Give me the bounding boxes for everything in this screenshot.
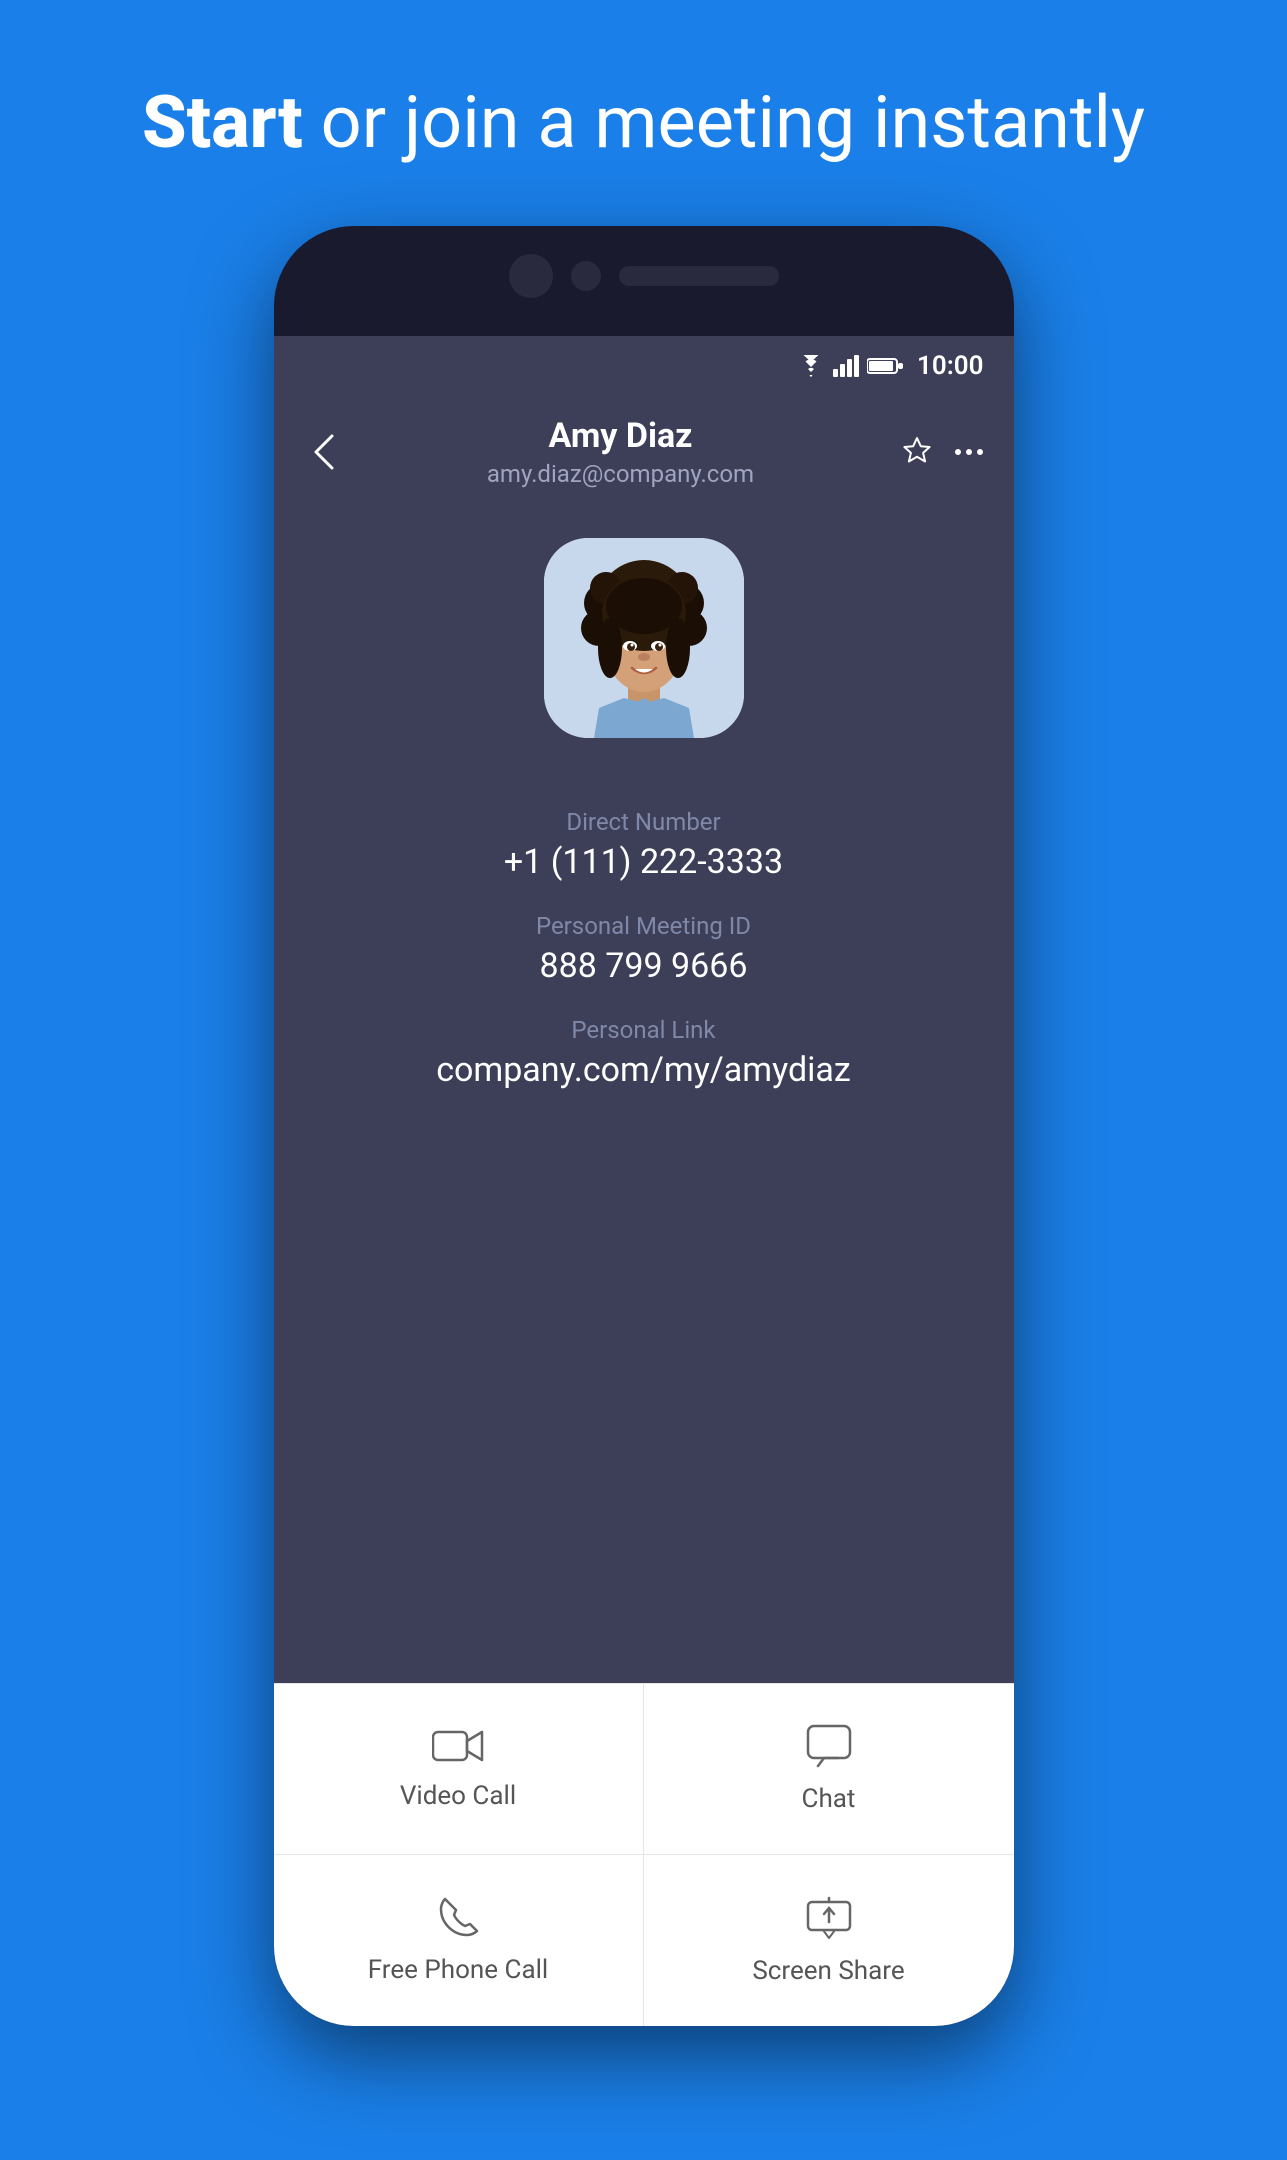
front-camera-secondary bbox=[571, 261, 601, 291]
contact-header: Amy Diaz amy.diaz@company.com bbox=[274, 396, 1014, 518]
chat-label: Chat bbox=[802, 1784, 856, 1814]
avatar-image bbox=[544, 538, 744, 738]
meeting-id-item: Personal Meeting ID 888 799 9666 bbox=[314, 912, 974, 986]
status-icons: 10:00 bbox=[797, 351, 984, 381]
direct-number-item: Direct Number +1 (111) 222-3333 bbox=[314, 808, 974, 882]
avatar bbox=[544, 538, 744, 738]
personal-link-value: company.com/my/amydiaz bbox=[314, 1050, 974, 1090]
video-call-button[interactable]: Video Call bbox=[274, 1684, 644, 1855]
back-button[interactable] bbox=[304, 426, 342, 478]
direct-number-label: Direct Number bbox=[314, 808, 974, 836]
hero-title-rest: or join a meeting instantly bbox=[303, 80, 1145, 165]
phone-screen: 10:00 Amy Diaz amy.diaz@company.com bbox=[274, 336, 1014, 2026]
direct-number-value: +1 (111) 222-3333 bbox=[314, 842, 974, 882]
contact-name-area: Amy Diaz amy.diaz@company.com bbox=[342, 416, 900, 488]
screen-share-button[interactable]: Screen Share bbox=[644, 1855, 1014, 2026]
hero-title-bold: Start bbox=[142, 80, 303, 165]
battery-icon bbox=[867, 357, 903, 375]
wifi-icon bbox=[797, 355, 825, 377]
front-camera-main bbox=[509, 254, 553, 298]
phone-device: 10:00 Amy Diaz amy.diaz@company.com bbox=[274, 226, 1014, 2026]
phone-top-hardware bbox=[509, 254, 779, 298]
chat-icon bbox=[806, 1724, 852, 1768]
meeting-id-value: 888 799 9666 bbox=[314, 946, 974, 986]
contact-email: amy.diaz@company.com bbox=[342, 460, 900, 488]
screen-share-icon bbox=[806, 1896, 852, 1940]
personal-link-label: Personal Link bbox=[314, 1016, 974, 1044]
chat-button[interactable]: Chat bbox=[644, 1684, 1014, 1855]
phone-call-button[interactable]: Free Phone Call bbox=[274, 1855, 644, 2026]
contact-info: Direct Number +1 (111) 222-3333 Personal… bbox=[274, 778, 1014, 1683]
screen-share-label: Screen Share bbox=[752, 1956, 904, 1986]
more-options-button[interactable] bbox=[954, 448, 984, 456]
phone-speaker bbox=[619, 266, 779, 286]
status-time: 10:00 bbox=[917, 351, 984, 381]
avatar-section bbox=[274, 518, 1014, 778]
phone-call-label: Free Phone Call bbox=[368, 1955, 549, 1985]
personal-link-item: Personal Link company.com/my/amydiaz bbox=[314, 1016, 974, 1090]
status-bar: 10:00 bbox=[274, 336, 1014, 396]
meeting-id-label: Personal Meeting ID bbox=[314, 912, 974, 940]
phone-call-icon bbox=[437, 1897, 479, 1939]
action-grid: Video Call Chat Free bbox=[274, 1683, 1014, 2026]
contact-name: Amy Diaz bbox=[342, 416, 900, 456]
header-actions bbox=[900, 435, 984, 469]
signal-icon bbox=[833, 355, 859, 377]
video-call-label: Video Call bbox=[400, 1781, 516, 1811]
video-call-icon bbox=[432, 1727, 484, 1765]
favorite-button[interactable] bbox=[900, 435, 934, 469]
hero-title: Start or join a meeting instantly bbox=[142, 80, 1145, 166]
